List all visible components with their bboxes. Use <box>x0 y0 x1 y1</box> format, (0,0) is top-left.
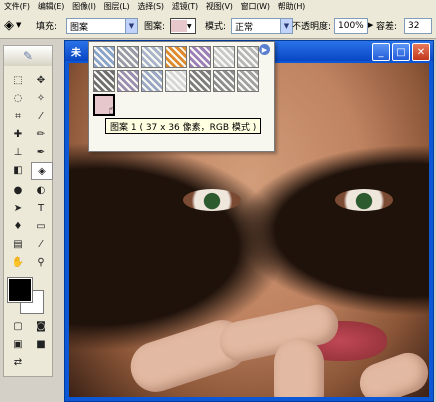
image-finger <box>274 338 324 397</box>
chevron-down-icon: ▼ <box>187 22 192 30</box>
mode-buttons: ▢ ◙ ▣ ■ ⇄ <box>4 314 52 370</box>
eraser-tool[interactable]: ◧ <box>8 162 28 178</box>
mode-value: 正常 <box>235 22 254 33</box>
menu-bar: 文件(F) 编辑(E) 图像(I) 图层(L) 选择(S) 滤镜(T) 视图(V… <box>0 0 436 12</box>
options-bar: ◈ ▼ 填充: 图案 ▼ 图案: ▼ 模式: 正常 ▼ 不透明度: 100% ▶… <box>0 12 436 39</box>
pattern-swatch-item[interactable] <box>189 70 211 92</box>
shape-tool[interactable]: ▭ <box>31 218 51 234</box>
pattern-swatch-item[interactable] <box>189 46 211 68</box>
pen-tool[interactable]: ♦ <box>8 218 28 234</box>
menu-help[interactable]: 帮助(H) <box>274 1 309 12</box>
fill-label: 填充: <box>36 21 58 32</box>
minimize-button[interactable]: _ <box>372 43 390 61</box>
menu-filter[interactable]: 滤镜(T) <box>168 1 202 12</box>
toolbox-header: ✎ <box>4 46 52 66</box>
image-right-eye <box>335 189 393 211</box>
path-selection-tool[interactable]: ➤ <box>8 200 28 216</box>
tool-preset-picker[interactable]: ◈ ▼ <box>4 17 21 33</box>
move-tool[interactable]: ✥ <box>31 72 51 88</box>
pattern-label: 图案: <box>144 21 166 32</box>
screen-mode-full-button[interactable]: ■ <box>31 336 51 352</box>
document-title: 未 <box>71 47 81 59</box>
menu-view[interactable]: 视图(V) <box>202 1 237 12</box>
panel-menu-arrow-icon[interactable]: ▶ <box>259 44 270 55</box>
screen-mode-standard-button[interactable]: ▣ <box>8 336 28 352</box>
jump-to-imageready-button[interactable]: ⇄ <box>8 354 28 370</box>
pattern-swatch-item[interactable] <box>213 46 235 68</box>
lasso-tool[interactable]: ◌ <box>8 90 28 106</box>
mode-select[interactable]: 正常 ▼ <box>231 18 293 34</box>
hand-cursor-icon: ☝ <box>108 103 116 118</box>
menu-image[interactable]: 图像(I) <box>68 1 100 12</box>
dodge-tool[interactable]: ◐ <box>31 182 51 198</box>
hand-tool[interactable]: ✋ <box>8 254 28 270</box>
fill-value: 图案 <box>70 22 89 33</box>
pattern-swatch-grid <box>93 46 259 116</box>
color-swatches <box>7 277 48 314</box>
pattern-swatch-item[interactable] <box>213 70 235 92</box>
foreground-color-swatch[interactable] <box>7 277 33 303</box>
pattern-picker-panel: ▶ <box>88 41 275 152</box>
maximize-button[interactable]: □ <box>392 43 410 61</box>
opacity-slider-toggle[interactable]: ▶ <box>368 17 373 33</box>
brush-tool[interactable]: ✏ <box>31 126 51 142</box>
pattern-swatch-item[interactable] <box>117 46 139 68</box>
standard-mode-button[interactable]: ▢ <box>8 318 28 334</box>
clone-stamp-tool[interactable]: ⊥ <box>8 144 28 160</box>
pattern-swatch-item[interactable] <box>165 70 187 92</box>
blur-tool[interactable]: ● <box>8 182 28 198</box>
chevron-down-icon: ▼ <box>280 19 292 33</box>
paint-bucket-icon: ◈ <box>4 17 14 33</box>
pattern-swatch-item[interactable] <box>93 70 115 92</box>
pattern-swatch-button[interactable]: ▼ <box>170 18 196 34</box>
tolerance-label: 容差: <box>376 21 398 32</box>
pattern-swatch-item[interactable] <box>165 46 187 68</box>
menu-layer[interactable]: 图层(L) <box>100 1 134 12</box>
close-button[interactable]: ✕ <box>412 43 430 61</box>
pattern-swatch-item[interactable] <box>93 46 115 68</box>
history-brush-tool[interactable]: ✒ <box>31 144 51 160</box>
tolerance-value: 32 <box>408 21 420 31</box>
menu-edit[interactable]: 编辑(E) <box>34 1 68 12</box>
opacity-value: 100% <box>338 21 364 31</box>
eyedropper-tool[interactable]: ⁄ <box>31 236 51 252</box>
pattern-swatch-item[interactable] <box>117 70 139 92</box>
zoom-tool[interactable]: ⚲ <box>31 254 51 270</box>
paint-bucket-tool[interactable]: ◈ <box>31 162 53 180</box>
pattern-swatch-item[interactable] <box>237 46 259 68</box>
image-left-eye <box>183 189 241 211</box>
menu-file[interactable]: 文件(F) <box>0 1 34 12</box>
pattern-swatch-item[interactable] <box>237 70 259 92</box>
chevron-down-icon: ▼ <box>125 19 137 33</box>
fill-select[interactable]: 图案 ▼ <box>66 18 138 34</box>
menu-window[interactable]: 窗口(W) <box>237 1 274 12</box>
pattern-swatch-item[interactable] <box>141 46 163 68</box>
mode-label: 模式: <box>205 21 227 32</box>
slice-tool[interactable]: ⁄ <box>31 108 51 124</box>
pattern-tooltip: 图案 1 ( 37 x 36 像素，RGB 模式 ) <box>105 118 262 134</box>
pattern-swatch <box>171 20 187 32</box>
window-controls: _ □ ✕ <box>372 43 430 61</box>
tolerance-input[interactable]: 32 <box>404 18 432 34</box>
feather-icon: ✎ <box>22 49 34 63</box>
opacity-input[interactable]: 100% <box>334 18 368 34</box>
marquee-tool[interactable]: ⬚ <box>8 72 28 88</box>
magic-wand-tool[interactable]: ✧ <box>31 90 51 106</box>
chevron-down-icon: ▼ <box>16 21 22 29</box>
pattern-swatch-item[interactable] <box>141 70 163 92</box>
toolbox: ✎ ⬚ ✥ ◌ ✧ ⌗ ⁄ ✚ ✏ ⊥ ✒ ◧ ◈ ● ◐ ➤ T ♦ ▭ ▤ … <box>3 45 53 377</box>
tool-grid: ⬚ ✥ ◌ ✧ ⌗ ⁄ ✚ ✏ ⊥ ✒ ◧ ◈ ● ◐ ➤ T ♦ ▭ ▤ ⁄ … <box>4 66 53 270</box>
quick-mask-button[interactable]: ◙ <box>31 318 51 334</box>
healing-brush-tool[interactable]: ✚ <box>8 126 28 142</box>
opacity-label: 不透明度: <box>292 21 332 32</box>
notes-tool[interactable]: ▤ <box>8 236 28 252</box>
menu-select[interactable]: 选择(S) <box>133 1 167 12</box>
crop-tool[interactable]: ⌗ <box>8 108 28 124</box>
type-tool[interactable]: T <box>31 200 51 216</box>
